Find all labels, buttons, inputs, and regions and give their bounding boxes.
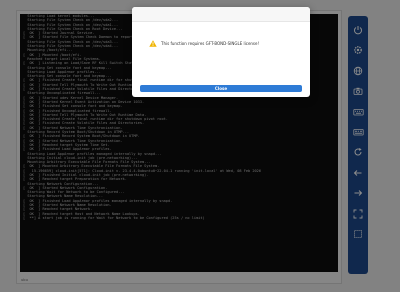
- dialog-header: [132, 7, 310, 22]
- dialog-message: This function requires GFT-BOND-SINGLE l…: [161, 41, 260, 46]
- close-button[interactable]: Close: [140, 85, 302, 92]
- license-warning-dialog: This function requires GFT-BOND-SINGLE l…: [132, 7, 310, 97]
- warning-icon: [149, 40, 157, 47]
